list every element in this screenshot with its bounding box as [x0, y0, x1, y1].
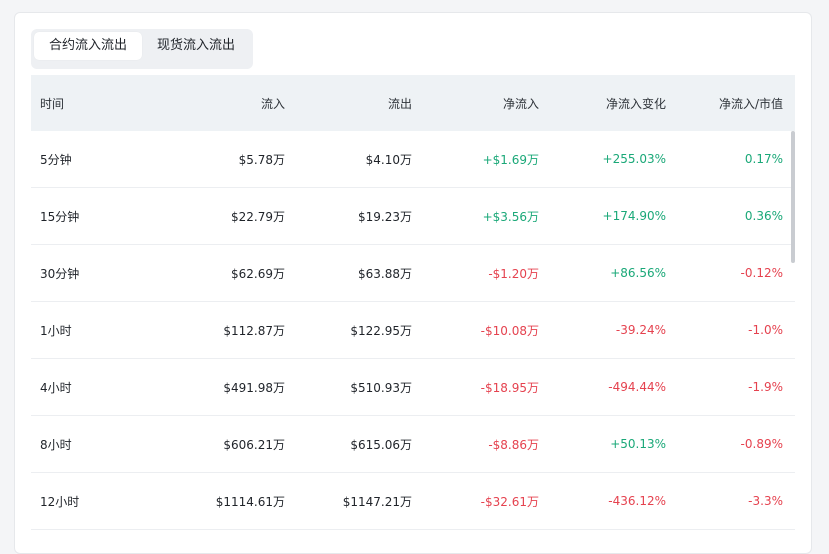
cell-net-mcap: 0.17%	[744, 152, 783, 166]
cell-outflow: $19.23万	[358, 209, 412, 224]
cell-net-mcap: -0.89%	[740, 437, 783, 451]
header-net-mcap[interactable]: 净流入/市值	[666, 95, 783, 112]
cell-outflow: $615.06万	[350, 437, 412, 452]
cell-inflow: $491.98万	[223, 380, 285, 395]
cell-time: 12小时	[40, 494, 80, 509]
flow-card: 合约流入流出 现货流入流出 时间 流入 流出 净流入 净流入变化 净流入/市值 …	[14, 12, 812, 554]
cell-net-change: +86.56%	[610, 266, 666, 280]
cell-inflow: $5.78万	[238, 152, 285, 167]
cell-inflow: $606.21万	[223, 437, 285, 452]
table-header: 时间 流入 流出 净流入 净流入变化 净流入/市值	[31, 75, 795, 131]
header-net-change[interactable]: 净流入变化	[539, 95, 666, 112]
cell-net-inflow: -$18.95万	[480, 380, 539, 395]
table-row[interactable]: 4小时 $491.98万 $510.93万 -$18.95万 -494.44% -1.9%	[31, 359, 795, 416]
table-body: 5分钟 $5.78万 $4.10万 +$1.69万 +255.03% 0.17% 15分钟 $…	[31, 131, 795, 530]
cell-outflow: $510.93万	[350, 380, 412, 395]
cell-net-change: +255.03%	[602, 152, 666, 166]
cell-outflow: $122.95万	[350, 323, 412, 338]
cell-net-mcap: -0.12%	[740, 266, 783, 280]
cell-net-inflow: -$8.86万	[488, 437, 539, 452]
cell-time: 8小时	[40, 437, 72, 452]
tab-spot-flow[interactable]: 现货流入流出	[142, 32, 250, 60]
cell-net-mcap: -1.9%	[748, 380, 783, 394]
cell-net-change: +174.90%	[602, 209, 666, 223]
cell-net-change: -39.24%	[615, 323, 666, 337]
table-row[interactable]: 5分钟 $5.78万 $4.10万 +$1.69万 +255.03% 0.17%	[31, 131, 795, 188]
cell-net-mcap: -3.3%	[748, 494, 783, 508]
cell-inflow: $112.87万	[223, 323, 285, 338]
cell-time: 1小时	[40, 323, 72, 338]
flow-tabs: 合约流入流出 现货流入流出	[31, 29, 254, 69]
table-row[interactable]: 1小时 $112.87万 $122.95万 -$10.08万 -39.24% -1.0%	[31, 302, 795, 359]
cell-net-mcap: -1.0%	[748, 323, 783, 337]
cell-time: 30分钟	[40, 266, 80, 281]
cell-inflow: $62.69万	[231, 266, 285, 281]
cell-net-change: -436.12%	[608, 494, 666, 508]
cell-time: 15分钟	[40, 209, 80, 224]
tab-contract-flow[interactable]: 合约流入流出	[34, 32, 143, 60]
cell-net-change: +50.13%	[610, 437, 666, 451]
table-row[interactable]: 15分钟 $22.79万 $19.23万 +$3.56万 +174.90% 0.36%	[31, 188, 795, 245]
cell-net-inflow: +$3.56万	[482, 209, 539, 224]
cell-net-inflow: +$1.69万	[482, 152, 539, 167]
table-row[interactable]: 30分钟 $62.69万 $63.88万 -$1.20万 +86.56% -0.12%	[31, 245, 795, 302]
cell-net-inflow: -$32.61万	[480, 494, 539, 509]
cell-net-inflow: -$1.20万	[488, 266, 539, 281]
cell-net-mcap: 0.36%	[744, 209, 783, 223]
header-time[interactable]: 时间	[31, 95, 158, 112]
cell-outflow: $4.10万	[365, 152, 412, 167]
cell-net-inflow: -$10.08万	[480, 323, 539, 338]
cell-time: 4小时	[40, 380, 72, 395]
cell-outflow: $63.88万	[358, 266, 412, 281]
cell-outflow: $1147.21万	[342, 494, 412, 509]
table-row[interactable]: 12小时 $1114.61万 $1147.21万 -$32.61万 -436.12% -3…	[31, 473, 795, 530]
table-row[interactable]: 8小时 $606.21万 $615.06万 -$8.86万 +50.13% -0.89%	[31, 416, 795, 473]
flow-table: 时间 流入 流出 净流入 净流入变化 净流入/市值 5分钟 $5.78万 $4.10…	[31, 75, 795, 530]
table-scrollbar[interactable]	[791, 131, 795, 263]
header-inflow[interactable]: 流入	[158, 95, 285, 112]
header-outflow[interactable]: 流出	[285, 95, 412, 112]
cell-time: 5分钟	[40, 152, 72, 167]
cell-inflow: $1114.61万	[215, 494, 285, 509]
header-net-inflow[interactable]: 净流入	[412, 95, 539, 112]
cell-inflow: $22.79万	[231, 209, 285, 224]
cell-net-change: -494.44%	[608, 380, 666, 394]
